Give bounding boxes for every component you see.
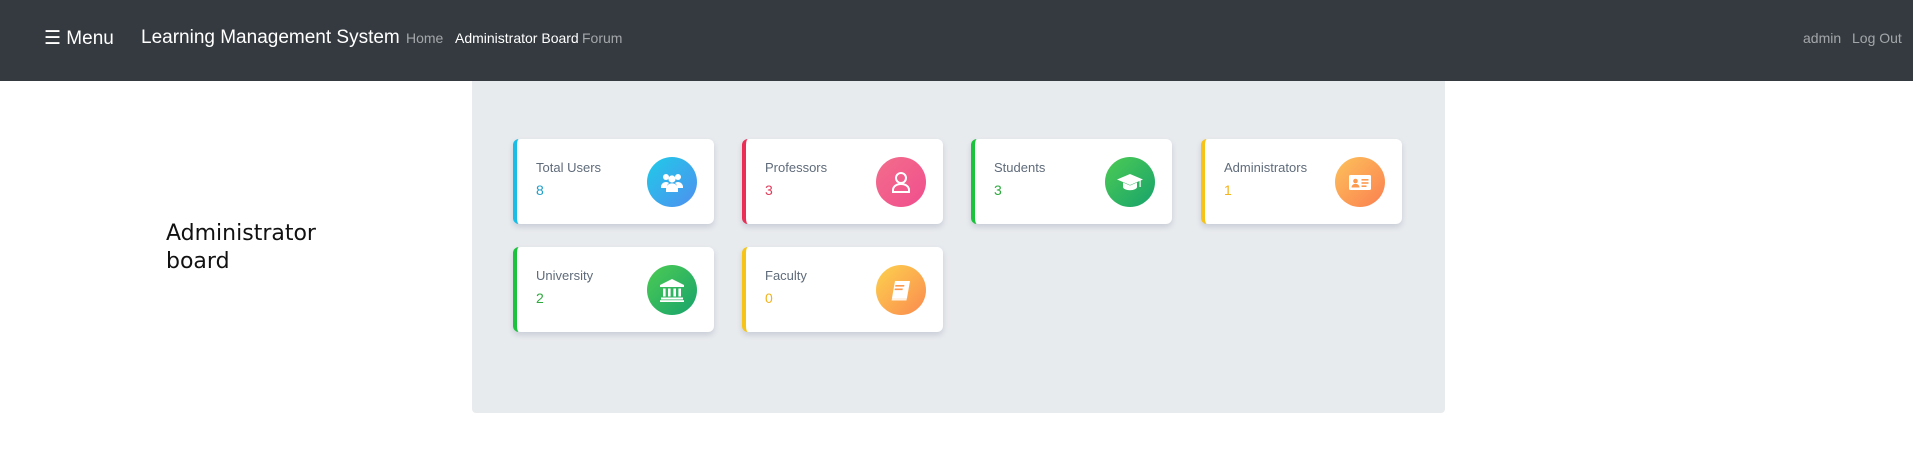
dashboard-panel: Total Users 8 Professors 3 Students 3 Ad… [472, 81, 1445, 413]
graduation-cap-icon [1105, 157, 1155, 207]
logout-link[interactable]: Log Out [1852, 30, 1902, 46]
card-label: University [536, 268, 594, 283]
top-navbar: ☰ Menu Learning Management System Home A… [0, 0, 1913, 81]
id-card-icon [1335, 157, 1385, 207]
card-value: 3 [994, 182, 1002, 198]
book-icon [876, 265, 926, 315]
menu-toggle-button[interactable]: ☰ Menu [44, 27, 114, 50]
nav-link-administrator-board[interactable]: Administrator Board [455, 30, 579, 46]
university-icon [647, 265, 697, 315]
card-professors[interactable]: Professors 3 [742, 139, 943, 224]
card-university[interactable]: University 2 [513, 247, 714, 332]
card-value: 1 [1224, 182, 1232, 198]
users-icon [647, 157, 697, 207]
card-administrators[interactable]: Administrators 1 [1201, 139, 1402, 224]
brand-title[interactable]: Learning Management System [141, 27, 400, 49]
card-label: Total Users [536, 160, 602, 175]
user-icon [876, 157, 926, 207]
card-students[interactable]: Students 3 [971, 139, 1172, 224]
card-label: Students [994, 160, 1046, 175]
user-link[interactable]: admin [1803, 30, 1841, 46]
card-label: Professors [765, 160, 828, 175]
card-value: 8 [536, 182, 544, 198]
card-label: Faculty [765, 268, 807, 283]
page-title: Administrator board [166, 221, 316, 274]
card-label: Administrators [1224, 160, 1308, 175]
card-faculty[interactable]: Faculty 0 [742, 247, 943, 332]
card-total-users[interactable]: Total Users 8 [513, 139, 714, 224]
nav-link-forum[interactable]: Forum [582, 30, 622, 46]
card-value: 0 [765, 290, 773, 306]
card-value: 3 [765, 182, 773, 198]
nav-link-home[interactable]: Home [406, 30, 443, 46]
card-value: 2 [536, 290, 544, 306]
